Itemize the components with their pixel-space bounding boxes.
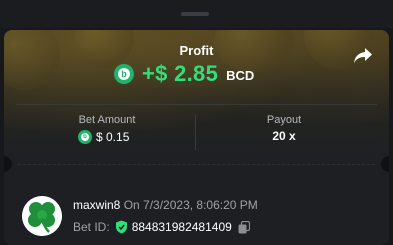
bet-details-card: Profit b +$ 2.85 BCD Bet Amount b $ 0.15…	[4, 30, 389, 245]
drag-handle[interactable]	[181, 12, 209, 16]
profit-row: b +$ 2.85 BCD	[114, 61, 254, 87]
divider	[195, 114, 196, 150]
share-icon[interactable]	[353, 47, 373, 65]
bet-amount-label: Bet Amount	[78, 114, 136, 126]
ticket-notch	[381, 156, 389, 172]
profit-amount: +$ 2.85	[142, 61, 219, 86]
bcd-coin-icon: b	[78, 130, 92, 144]
verified-shield-icon	[115, 220, 127, 234]
divider	[16, 104, 377, 105]
profit-currency: BCD	[226, 68, 255, 83]
payout-label: Payout	[266, 114, 302, 126]
coin-decoration	[4, 30, 60, 90]
payout-value: 20 x	[272, 129, 296, 143]
profit-title: Profit	[179, 43, 214, 58]
clover-avatar-icon[interactable]	[22, 196, 62, 236]
bet-amount-value: b $ 0.15	[78, 129, 129, 145]
username[interactable]: maxwin8	[73, 198, 120, 212]
user-line: maxwin8 On 7/3/2023, 8:06:20 PM	[73, 198, 258, 212]
ticket-separator	[18, 164, 375, 165]
bet-id-row: Bet ID: 884831982481409	[73, 219, 250, 235]
bet-id-label: Bet ID:	[73, 220, 110, 234]
bet-amount-text: $ 0.15	[96, 130, 130, 144]
top-bar	[0, 0, 393, 28]
bcd-coin-icon: b	[114, 64, 134, 84]
bet-id-value: 884831982481409	[131, 220, 232, 234]
copy-icon[interactable]	[238, 220, 250, 234]
bet-date: On 7/3/2023, 8:06:20 PM	[123, 198, 258, 212]
